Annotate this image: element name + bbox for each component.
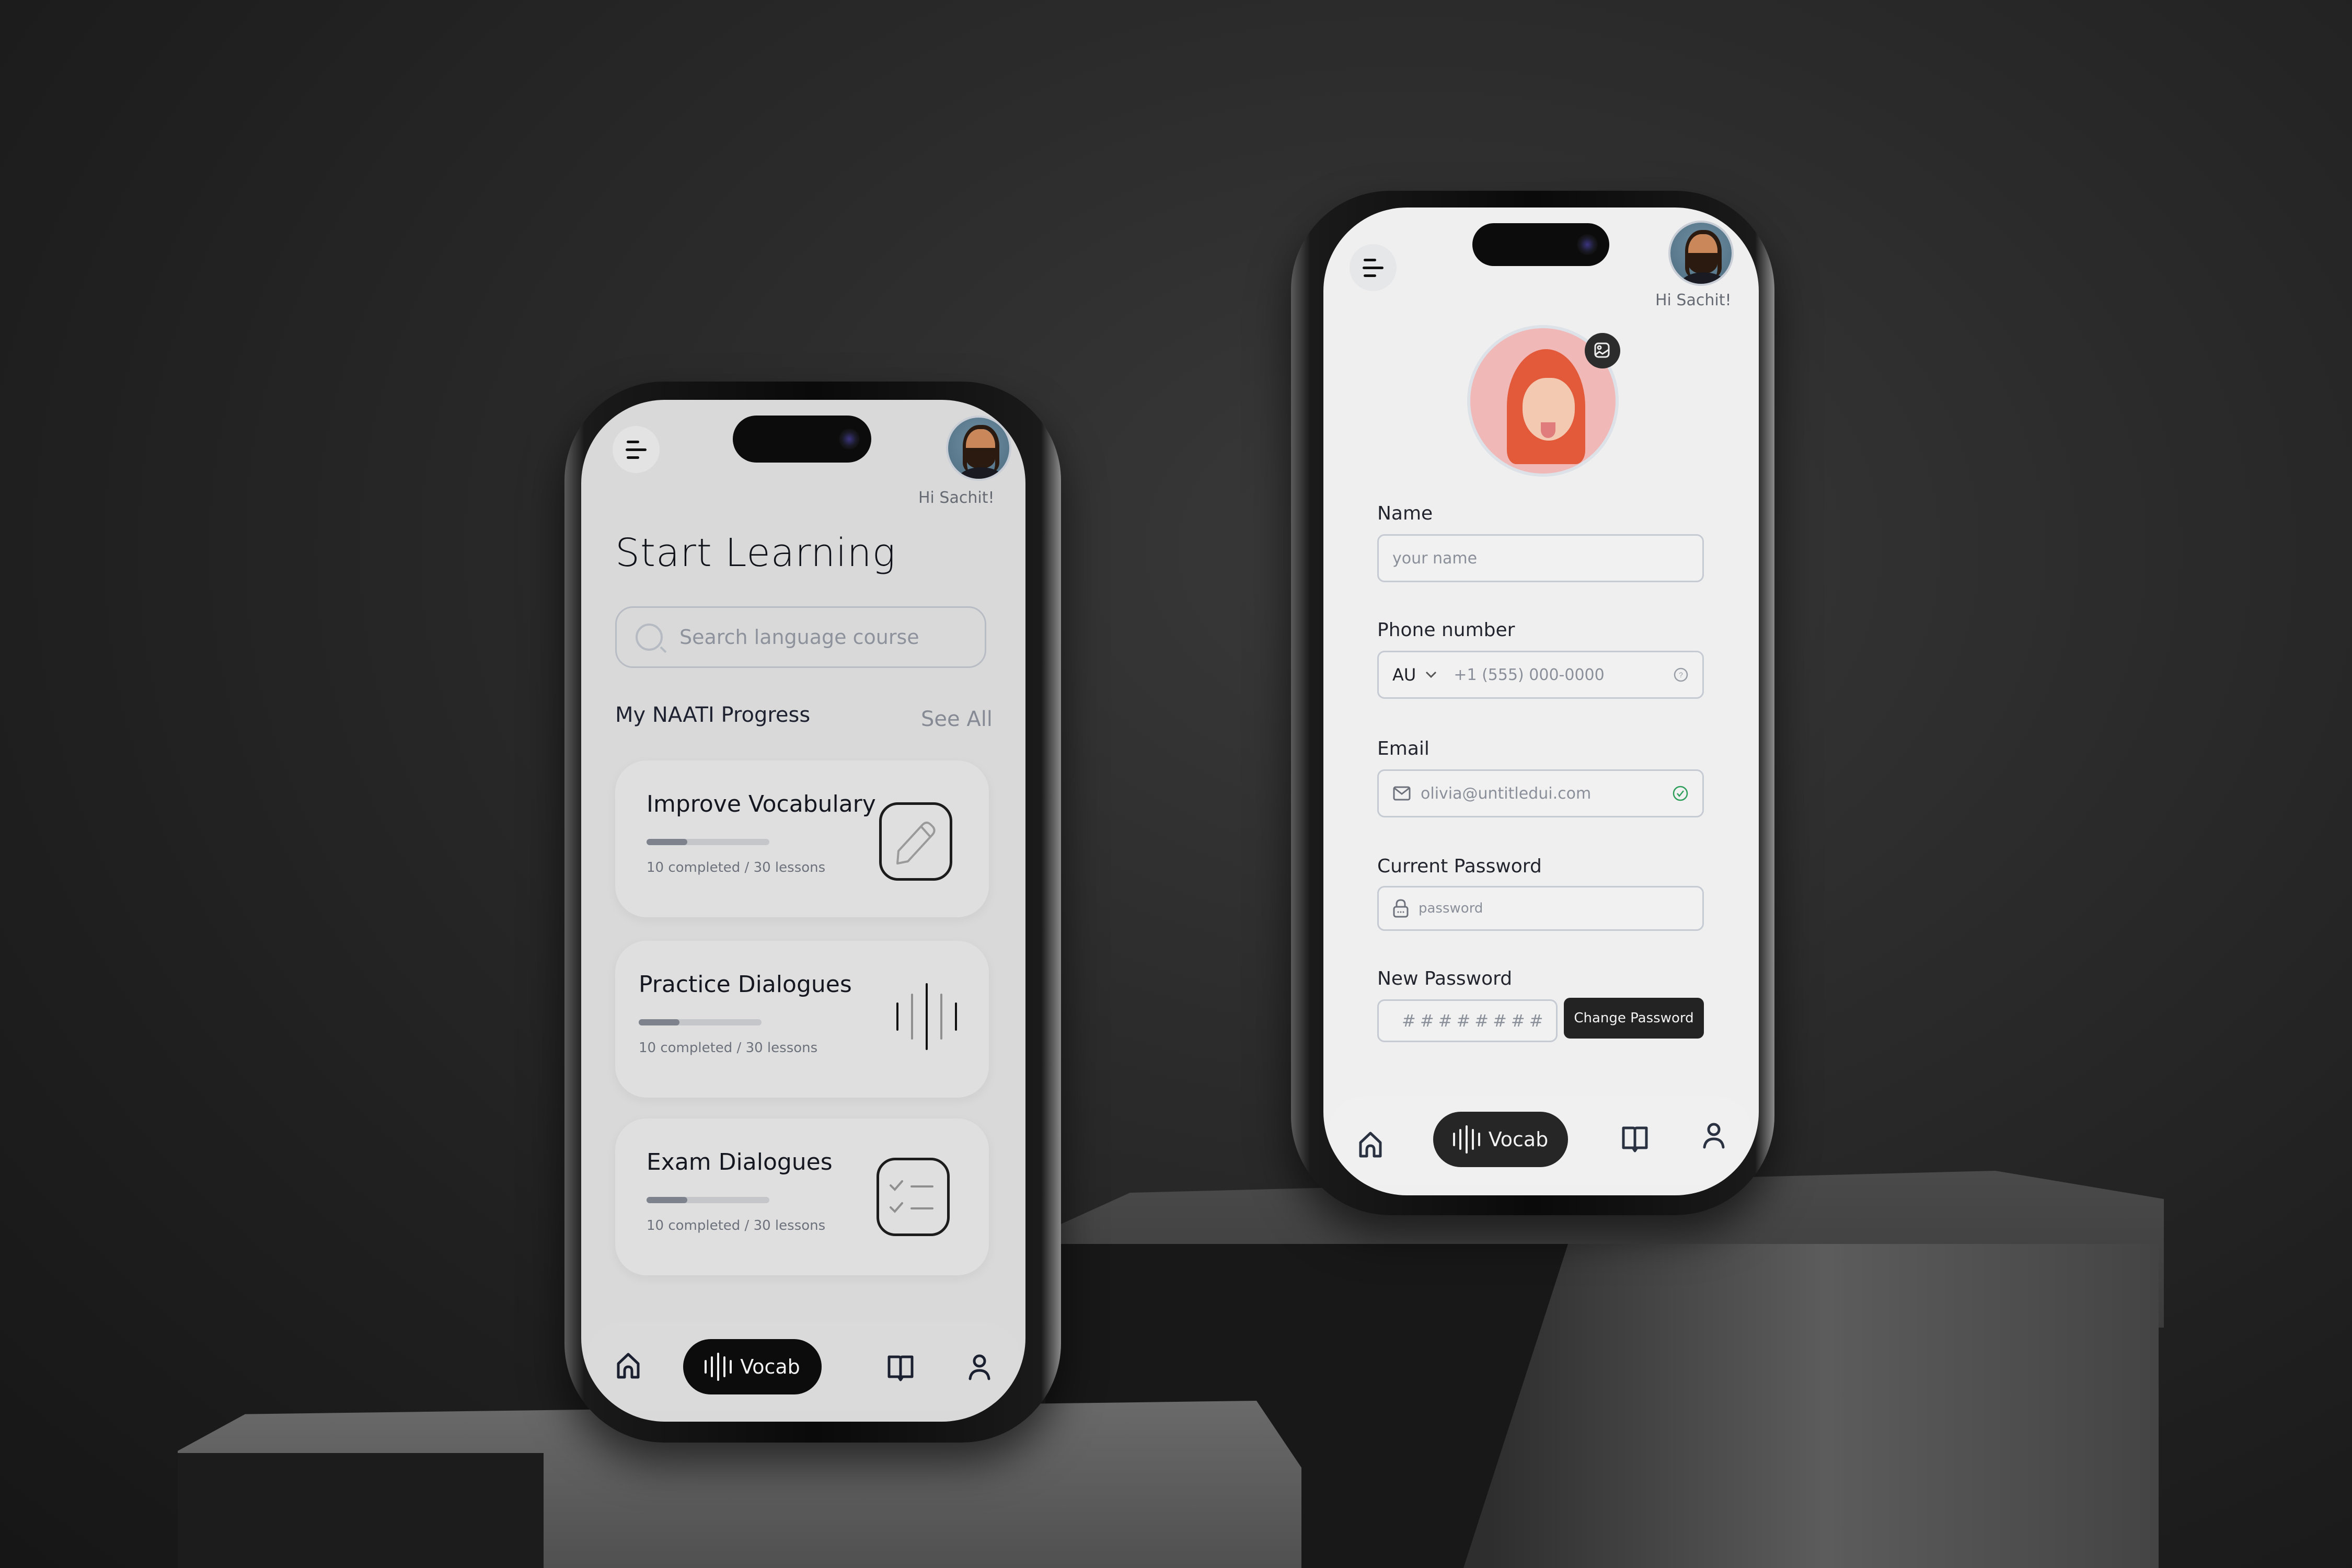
- nav-home-button[interactable]: [615, 1351, 641, 1382]
- nav-vocab-button[interactable]: Vocab: [1433, 1112, 1568, 1167]
- bottom-nav: Vocab: [586, 1322, 1020, 1411]
- camera-icon: [1577, 234, 1598, 255]
- nav-profile-button[interactable]: [1702, 1122, 1725, 1151]
- email-field[interactable]: olivia@untitledui.com: [1377, 769, 1704, 817]
- home-icon: [1359, 1132, 1382, 1158]
- lock-icon: [1393, 899, 1409, 918]
- nav-vocab-label: Vocab: [740, 1355, 800, 1378]
- menu-icon-line: [626, 448, 647, 451]
- course-card[interactable]: Practice Dialogues 10 completed / 30 les…: [615, 941, 989, 1098]
- card-meta: 10 completed / 30 lessons: [647, 1218, 826, 1233]
- progress-bar: [639, 1019, 762, 1025]
- current-password-placeholder: password: [1419, 901, 1483, 916]
- nav-vocab-label: Vocab: [1488, 1128, 1549, 1151]
- avatar-beard: [1688, 253, 1717, 274]
- right-phone-screen: Hi Sachit! Name your name Phone number A…: [1323, 207, 1759, 1195]
- avatar-beard: [966, 448, 995, 469]
- right-phone: Hi Sachit! Name your name Phone number A…: [1291, 191, 1774, 1215]
- menu-icon-line: [1364, 274, 1376, 277]
- book-icon: [887, 1355, 914, 1381]
- edit-photo-button[interactable]: [1585, 333, 1620, 368]
- card-title: Exam Dialogues: [647, 1149, 833, 1175]
- search-placeholder: Search language course: [679, 626, 919, 649]
- pencil-icon: [879, 802, 952, 881]
- card-title: Improve Vocabulary: [647, 791, 876, 817]
- progress-bar-fill: [639, 1019, 679, 1025]
- help-circle-icon[interactable]: ?: [1673, 667, 1689, 683]
- bottom-nav: Vocab: [1329, 1096, 1752, 1185]
- country-select[interactable]: AU: [1392, 665, 1416, 685]
- new-password-label: New Password: [1377, 968, 1513, 989]
- user-avatar[interactable]: [1668, 221, 1734, 286]
- card-title: Practice Dialogues: [639, 971, 852, 998]
- name-field[interactable]: your name: [1377, 534, 1704, 582]
- profile-tongue: [1541, 422, 1555, 438]
- sound-wave-icon: [887, 980, 960, 1053]
- new-password-field[interactable]: ########: [1377, 999, 1558, 1042]
- course-card[interactable]: Exam Dialogues 10 completed / 30 lessons: [615, 1119, 989, 1275]
- user-avatar[interactable]: [946, 416, 1011, 481]
- user-icon: [969, 1354, 990, 1380]
- new-password-value: ########: [1402, 1011, 1548, 1031]
- progress-bar: [647, 839, 769, 845]
- user-icon: [1703, 1123, 1725, 1149]
- search-input[interactable]: Search language course: [615, 606, 986, 668]
- card-meta: 10 completed / 30 lessons: [647, 860, 826, 875]
- phone-placeholder: +1 (555) 000-0000: [1454, 665, 1605, 684]
- pedestal-left-front: [178, 1453, 544, 1568]
- email-value: olivia@untitledui.com: [1421, 784, 1592, 803]
- mail-icon: [1393, 786, 1411, 801]
- greeting-text: Hi Sachit!: [1655, 291, 1732, 309]
- nav-library-button[interactable]: [887, 1354, 914, 1384]
- name-label: Name: [1377, 503, 1433, 524]
- nav-vocab-button[interactable]: Vocab: [683, 1339, 822, 1394]
- menu-icon-line: [627, 456, 639, 459]
- nav-home-button[interactable]: [1357, 1130, 1383, 1161]
- home-icon: [617, 1353, 640, 1379]
- name-placeholder: your name: [1392, 549, 1478, 568]
- checklist-icon: [877, 1158, 950, 1236]
- check-circle-icon: [1673, 786, 1688, 801]
- progress-section-title: My NAATI Progress: [615, 703, 811, 727]
- dynamic-island: [1472, 223, 1609, 266]
- see-all-link[interactable]: See All: [921, 707, 993, 731]
- sound-wave-icon: [1452, 1125, 1480, 1154]
- sound-wave-icon: [705, 1353, 732, 1381]
- course-card[interactable]: Improve Vocabulary 10 completed / 30 les…: [615, 760, 989, 917]
- left-phone-screen: Hi Sachit! Start Learning Search languag…: [581, 400, 1025, 1422]
- progress-bar-fill: [647, 839, 687, 845]
- change-password-button[interactable]: Change Password: [1564, 998, 1704, 1039]
- chevron-down-icon[interactable]: [1425, 671, 1437, 678]
- search-icon: [636, 624, 663, 651]
- left-phone: Hi Sachit! Start Learning Search languag…: [564, 382, 1061, 1443]
- nav-library-button[interactable]: [1621, 1125, 1648, 1155]
- card-meta: 10 completed / 30 lessons: [639, 1040, 818, 1056]
- phone-label: Phone number: [1377, 619, 1515, 641]
- phone-field[interactable]: AU +1 (555) 000-0000 ?: [1377, 651, 1704, 699]
- nav-profile-button[interactable]: [968, 1354, 991, 1383]
- dynamic-island: [733, 416, 871, 463]
- progress-bar: [647, 1197, 769, 1203]
- image-edit-icon: [1594, 342, 1610, 358]
- menu-button[interactable]: [1350, 244, 1397, 291]
- current-password-label: Current Password: [1377, 856, 1542, 877]
- camera-icon: [839, 429, 860, 449]
- email-label: Email: [1377, 738, 1429, 759]
- page-title: Start Learning: [615, 531, 896, 575]
- menu-button[interactable]: [613, 426, 660, 473]
- greeting-text: Hi Sachit!: [918, 489, 995, 507]
- current-password-field[interactable]: password: [1377, 886, 1704, 931]
- menu-icon-line: [1364, 258, 1376, 261]
- progress-bar-fill: [647, 1197, 687, 1203]
- menu-icon-line: [1363, 266, 1383, 269]
- svg-text:?: ?: [1679, 671, 1683, 679]
- book-icon: [1622, 1126, 1648, 1152]
- menu-icon-line: [627, 440, 639, 443]
